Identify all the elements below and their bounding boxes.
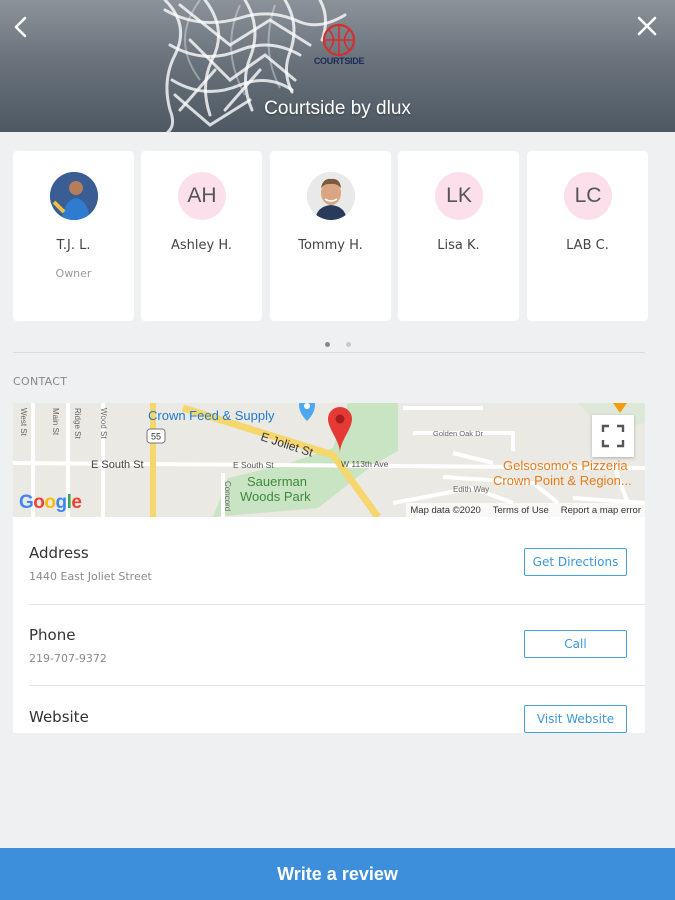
map-label-south-st-2: E South St [233,460,274,470]
map-label-gelsosomo-2: Crown Point & Region... [493,473,632,488]
pager-dot[interactable] [324,342,330,347]
section-label-contact: CONTACT [13,375,68,388]
map-label-road-c: Ridge St [73,408,82,439]
staff-initials-avatar: LK [435,172,483,220]
staff-name: Ashley H. [170,238,233,253]
section-divider [13,352,645,353]
address-label: Address [29,544,89,562]
map-canvas: 55 Crown Feed & Supply E Joliet St E Sou… [13,403,645,517]
website-row: Website Visit Website [29,705,629,733]
highway-shield-icon: 55 [146,428,166,444]
report-error-link[interactable]: Report a map error [561,505,641,516]
call-button[interactable]: Call [524,630,627,658]
location-map[interactable]: 55 Crown Feed & Supply E Joliet St E Sou… [13,403,645,517]
staff-name: T.J. L. [56,238,91,253]
map-label-113th: W 113th Ave [341,459,389,469]
back-chevron-icon[interactable] [8,12,34,42]
staff-photo-avatar [307,172,355,220]
carousel-pager [0,332,675,351]
terms-link[interactable]: Terms of Use [493,505,549,516]
staff-name: LAB C. [566,238,609,253]
map-label-park-2: Woods Park [240,489,311,504]
map-label-road-b: Main St [51,408,60,436]
basketball-icon [322,23,356,57]
map-label-edith: Edith Way [453,485,489,494]
map-label-park-1: Sauerman [247,474,307,489]
logo-text: COURTSIDE [313,56,365,66]
get-directions-button[interactable]: Get Directions [524,548,627,576]
phone-label: Phone [29,626,76,644]
close-icon[interactable] [635,14,659,38]
fullscreen-icon[interactable] [592,415,634,457]
staff-name: Tommy H. [298,238,363,253]
address-value: 1440 East Joliet Street [29,570,152,583]
visit-website-button[interactable]: Visit Website [524,705,627,733]
map-label-road-d: Wood St [99,408,108,439]
row-divider [29,604,645,605]
staff-card[interactable]: LK Lisa K. [398,151,519,321]
page-title: Courtside by dlux [264,98,411,119]
phone-value: 219-707-9372 [29,652,107,665]
write-review-button[interactable]: Write a review [0,848,675,900]
google-logo: Google [19,492,82,513]
courtside-logo: COURTSIDE [308,20,370,72]
website-label: Website [29,708,89,726]
map-label-crown-feed: Crown Feed & Supply [148,408,275,423]
phone-row: Phone 219-707-9372 Call [29,626,629,676]
staff-initials-avatar: LC [564,172,612,220]
map-label-concord: Concord [223,481,232,511]
address-row: Address 1440 East Joliet Street Get Dire… [29,544,629,594]
staff-initials-avatar: AH [178,172,226,220]
header-banner: COURTSIDE Courtside by dlux [0,0,675,132]
map-data-label: Map data ©2020 [410,504,481,516]
highway-number: 55 [151,432,161,442]
staff-photo-avatar [50,172,98,220]
staff-card[interactable]: T.J. L. Owner [13,151,134,321]
map-label-golden-oak: Golden Oak Dr [433,429,484,438]
staff-name: Lisa K. [437,238,480,253]
staff-card[interactable]: AH Ashley H. [141,151,262,321]
contact-panel: Address 1440 East Joliet Street Get Dire… [13,517,645,733]
row-divider [29,685,645,686]
map-label-road-a: West St [19,408,28,437]
map-footer: Map data ©2020 Terms of Use Report a map… [406,503,645,517]
staff-card[interactable]: Tommy H. [270,151,391,321]
pager-dot[interactable] [345,342,351,347]
staff-role: Owner [55,267,92,280]
map-label-gelsosomo: Gelsosomo's Pizzeria [503,458,628,473]
staff-card[interactable]: LC LAB C. [527,151,648,321]
staff-carousel[interactable]: T.J. L. Owner AH Ashley H. Tommy H. LK L… [13,151,675,321]
map-label-south-st: E South St [91,459,144,471]
